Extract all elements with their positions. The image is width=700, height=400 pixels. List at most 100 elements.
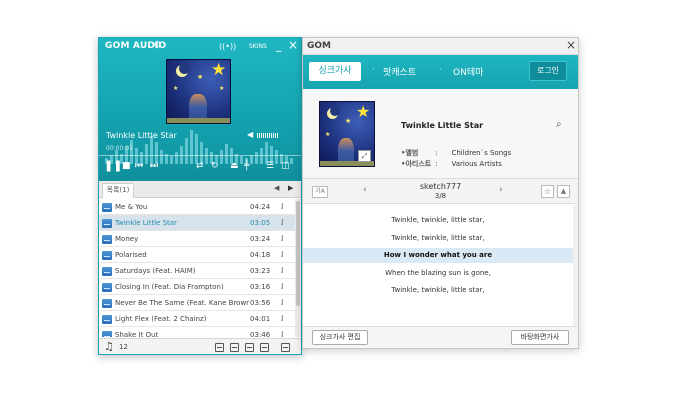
track-title: Polarised bbox=[115, 251, 147, 259]
shuffle-icon[interactable]: ⇄ bbox=[196, 161, 204, 171]
login-button[interactable]: 로그인 bbox=[529, 61, 567, 81]
playlist-icon[interactable]: ☰ bbox=[266, 161, 274, 171]
tab-next-icon[interactable]: ▶ bbox=[288, 184, 293, 192]
playlist-footer: ♫ 12 bbox=[99, 338, 301, 354]
track-title: Me & You bbox=[115, 203, 148, 211]
playlist-row[interactable]: Twinkle Little Star 03:05 i bbox=[99, 215, 295, 231]
artist-label: •아티스트 bbox=[401, 160, 432, 168]
elapsed-time: 00:00:01 bbox=[106, 145, 133, 152]
playlist-row[interactable]: Saturdays (Feat. HAIM) 03:23 i bbox=[99, 263, 295, 279]
track-info-icon[interactable]: i bbox=[281, 298, 284, 307]
add-file-icon[interactable] bbox=[215, 343, 224, 352]
track-info-icon[interactable]: i bbox=[281, 234, 284, 243]
player-titlebar[interactable]: GOM AUDIO ⚙ ((•)) SKINS _ × bbox=[99, 38, 301, 55]
seek-bar[interactable] bbox=[99, 155, 301, 156]
track-info-icon[interactable]: i bbox=[281, 202, 284, 211]
playlist-row[interactable]: Polarised 04:18 i bbox=[99, 247, 295, 263]
select-all-icon[interactable] bbox=[245, 343, 254, 352]
next-lyrics-icon[interactable]: › bbox=[499, 185, 503, 195]
track-icon bbox=[102, 283, 112, 292]
track-title: Never Be The Same (Feat. Kane Brown) bbox=[115, 299, 249, 307]
lyrics-author[interactable]: sketch777 bbox=[303, 182, 578, 191]
track-icon bbox=[102, 219, 112, 228]
desktop-lyrics-button[interactable]: 바탕화면가사 bbox=[511, 330, 569, 345]
track-title: Money bbox=[115, 235, 139, 243]
player-window: GOM AUDIO ⚙ ((•)) SKINS _ × ★ ★ ★ ★ Twin… bbox=[98, 37, 302, 355]
repeat-icon[interactable]: ↻ bbox=[211, 161, 219, 171]
lyrics-tabs: 싱크가사 · 팟캐스트 · ON테마 로그인 bbox=[303, 55, 578, 89]
minimize-icon[interactable]: _ bbox=[276, 39, 282, 52]
song-info: ★ ★ ★ ⤢ Twinkle Little Star ⌕ •앨범 : Chil… bbox=[303, 89, 578, 179]
track-title: Light Flex (Feat. 2 Chainz) bbox=[115, 315, 207, 323]
pause-icon[interactable]: ❚❚ bbox=[104, 159, 122, 172]
track-info-icon[interactable]: i bbox=[281, 330, 284, 337]
playlist-tab[interactable]: 목록(1) bbox=[102, 183, 134, 198]
report-icon[interactable]: ▲ bbox=[557, 185, 570, 198]
track-icon bbox=[102, 235, 112, 244]
lyric-line-current: How I wonder what you are bbox=[303, 248, 573, 263]
music-note-icon: ♫ bbox=[104, 340, 114, 353]
tab-podcast[interactable]: 팟캐스트 bbox=[383, 65, 416, 78]
track-info-icon[interactable]: i bbox=[281, 314, 284, 323]
lyrics-footer: 싱크가사 편집 바탕화면가사 bbox=[303, 326, 578, 348]
sort-icon[interactable] bbox=[260, 343, 269, 352]
track-title: Saturdays (Feat. HAIM) bbox=[115, 267, 196, 275]
track-duration: 04:01 bbox=[250, 315, 271, 323]
next-icon[interactable]: ⏭ bbox=[150, 161, 158, 171]
playlist-file-icon[interactable] bbox=[281, 343, 290, 352]
eject-icon[interactable]: ⏏ bbox=[230, 161, 239, 171]
signal-icon[interactable]: ((•)) bbox=[219, 42, 236, 51]
playlist-row[interactable]: Closing In (Feat. Dia Frampton) 03:16 i bbox=[99, 279, 295, 295]
lyrics-body: Twinkle, twinkle, little star, Twinkle, t… bbox=[303, 205, 578, 326]
tab-on-theme[interactable]: ON테마 bbox=[453, 65, 483, 78]
track-info-icon[interactable]: i bbox=[281, 250, 284, 259]
search-icon[interactable]: ⌕ bbox=[556, 119, 562, 130]
track-info-icon[interactable]: i bbox=[281, 266, 284, 275]
playlist-row[interactable]: Me & You 04:24 i bbox=[99, 199, 295, 215]
remove-file-icon[interactable] bbox=[230, 343, 239, 352]
track-info-icon[interactable]: i bbox=[281, 218, 284, 227]
scrollbar-thumb[interactable] bbox=[296, 201, 300, 306]
lyrics-scrollbar[interactable] bbox=[573, 205, 578, 326]
track-title: Shake It Out bbox=[115, 331, 159, 337]
player-header: GOM AUDIO ⚙ ((•)) SKINS _ × ★ ★ ★ ★ Twin… bbox=[99, 38, 301, 181]
track-duration: 04:18 bbox=[250, 251, 271, 259]
lyrics-panel-icon[interactable]: ◫ bbox=[281, 161, 290, 171]
lyrics-window-title: GOM bbox=[307, 41, 331, 51]
lyric-line: Twinkle, twinkle, little star, bbox=[391, 233, 485, 242]
playlist-row[interactable]: Money 03:24 i bbox=[99, 231, 295, 247]
lyric-line: When the blazing sun is gone, bbox=[385, 268, 491, 277]
playlist-row[interactable]: Never Be The Same (Feat. Kane Brown) 03:5… bbox=[99, 295, 295, 311]
star-icon[interactable]: ☆ bbox=[541, 185, 554, 198]
track-icon bbox=[102, 331, 112, 337]
close-icon[interactable]: × bbox=[288, 38, 298, 52]
playlist-scrollbar[interactable] bbox=[295, 199, 301, 337]
playlist-row[interactable]: Shake It Out 03:46 i bbox=[99, 327, 295, 337]
track-icon bbox=[102, 299, 112, 308]
track-duration: 03:56 bbox=[250, 299, 271, 307]
skins-button[interactable]: SKINS bbox=[249, 43, 267, 50]
gear-icon[interactable]: ⚙ bbox=[153, 40, 162, 51]
tab-sync-lyrics[interactable]: 싱크가사 bbox=[309, 62, 361, 81]
volume-slider[interactable] bbox=[257, 133, 279, 138]
close-icon[interactable]: × bbox=[566, 38, 576, 52]
volume-icon[interactable]: ◀ bbox=[247, 130, 253, 139]
lyrics-titlebar[interactable]: GOM × bbox=[303, 38, 578, 55]
lyric-line: Twinkle, twinkle, little star, bbox=[391, 216, 485, 224]
track-duration: 04:24 bbox=[250, 203, 271, 211]
stop-icon[interactable]: ■ bbox=[122, 161, 131, 171]
track-info-icon[interactable]: i bbox=[281, 282, 284, 291]
edit-sync-lyrics-button[interactable]: 싱크가사 편집 bbox=[312, 330, 368, 345]
playlist-row[interactable]: Light Flex (Feat. 2 Chainz) 04:01 i bbox=[99, 311, 295, 327]
artist-row: •아티스트 : Various Artists bbox=[401, 160, 502, 168]
track-duration: 03:23 bbox=[250, 267, 271, 275]
track-duration: 03:05 bbox=[250, 219, 271, 227]
previous-icon[interactable]: ⏮ bbox=[135, 161, 143, 171]
equalizer-icon[interactable]: ╪ bbox=[244, 161, 249, 171]
tab-prev-icon[interactable]: ◀ bbox=[274, 184, 279, 192]
expand-art-icon[interactable]: ⤢ bbox=[358, 150, 371, 162]
track-duration: 03:46 bbox=[250, 331, 271, 337]
album-art: ★ ★ ★ ★ bbox=[166, 59, 231, 124]
artist-value: Various Artists bbox=[451, 160, 502, 168]
track-icon bbox=[102, 267, 112, 276]
